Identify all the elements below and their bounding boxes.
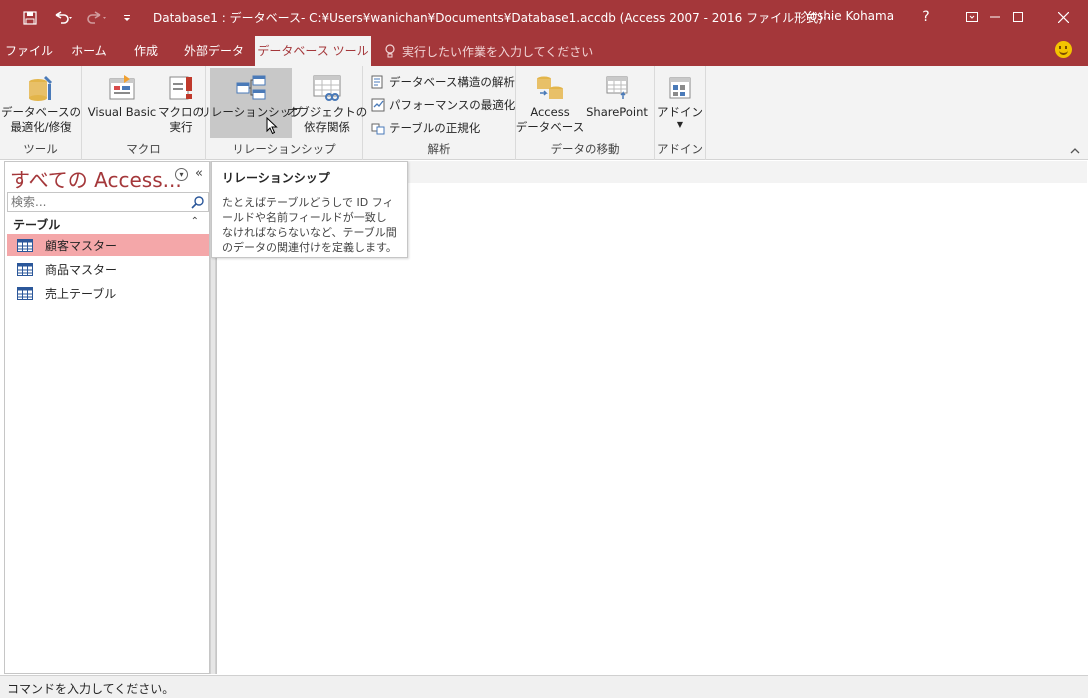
nav-pane-title[interactable]: すべての Access... [10, 164, 182, 193]
tooltip-body: たとえばテーブルどうしで ID フィールドや名前フィールドが一致しなければならな… [222, 196, 397, 254]
ribbon-tab-bar: ファイル ホーム 作成 外部データ データベース ツール 実行したい作業を入力し… [0, 36, 1088, 66]
object-dependencies-icon [310, 71, 344, 105]
group-move-data: Access データベース SharePoint データの移動 [516, 66, 655, 160]
tab-home[interactable]: ホーム [62, 36, 116, 66]
customize-qat-icon[interactable] [120, 7, 134, 29]
nav-section-tables[interactable]: テーブル ⌃ [5, 214, 209, 234]
group-label-relationships: リレーションシップ [232, 142, 336, 156]
access-database-label: Access データベース [515, 105, 585, 134]
user-name[interactable]: Yoshie Kohama [804, 9, 894, 23]
close-button[interactable] [1040, 0, 1086, 34]
window-title: Database1 : データベース- C:¥Users¥wanichan¥Do… [153, 11, 835, 25]
group-analyze: データベース構造の解析 パフォーマンスの最適化 テーブルの正規化 解析 [363, 66, 516, 160]
redo-icon [84, 7, 112, 29]
collapse-ribbon-icon[interactable] [1070, 146, 1080, 157]
addins-dropdown-icon: ▼ [676, 120, 684, 129]
save-icon[interactable] [20, 7, 40, 29]
database-documenter-button[interactable]: データベース構造の解析 [371, 71, 515, 92]
table-icon [17, 238, 33, 252]
nav-item-label: 売上テーブル [45, 286, 117, 301]
group-macro: Visual Basic マクロの 実行 マクロ [82, 66, 206, 160]
lightbulb-icon [385, 44, 395, 58]
nav-item-label: 顧客マスター [45, 238, 118, 253]
object-dependencies-label: オブジェクトの 依存関係 [286, 105, 368, 134]
sharepoint-icon [600, 71, 634, 105]
performance-icon [371, 98, 385, 111]
status-bar: コマンドを入力してください。 [0, 675, 1088, 698]
visual-basic-icon [105, 71, 139, 105]
access-database-icon [533, 71, 567, 105]
sharepoint-button[interactable]: SharePoint [582, 68, 652, 138]
database-documenter-label: データベース構造の解析 [389, 74, 515, 89]
group-label-move-data: データの移動 [550, 142, 620, 156]
addins-label: アドイン [657, 105, 703, 119]
nav-item-label: 商品マスター [45, 262, 118, 277]
tooltip-title: リレーションシップ [222, 171, 330, 185]
nav-item-product-master[interactable]: 商品マスター [7, 258, 209, 280]
analyze-table-button[interactable]: テーブルの正規化 [371, 117, 480, 138]
tab-create[interactable]: 作成 [120, 36, 172, 66]
undo-icon[interactable] [50, 7, 78, 29]
relationships-icon [234, 71, 268, 105]
tell-me-placeholder: 実行したい作業を入力してください [402, 44, 594, 59]
relationships-tooltip: リレーションシップ たとえばテーブルどうしで ID フィールドや名前フィールドが… [211, 161, 408, 258]
search-icon[interactable] [191, 195, 205, 209]
group-label-tools: ツール [23, 142, 58, 156]
group-addins: アドイン ▼ アドイン [655, 66, 706, 160]
addins-icon [663, 71, 697, 105]
nav-search-box [7, 192, 209, 212]
relationships-button[interactable]: リレーションシップ [199, 68, 303, 138]
documenter-icon [371, 75, 383, 88]
analyze-performance-label: パフォーマンスの最適化 [389, 97, 516, 112]
section-collapse-icon: ⌃ [190, 216, 199, 227]
access-database-button[interactable]: Access データベース [515, 68, 585, 138]
table-icon [17, 286, 33, 300]
tab-database-tools[interactable]: データベース ツール [255, 36, 371, 66]
maximize-button[interactable] [995, 0, 1041, 34]
mouse-cursor-icon [266, 117, 278, 135]
visual-basic-button[interactable]: Visual Basic [86, 68, 158, 138]
table-icon [17, 262, 33, 276]
nav-item-customer-master[interactable]: 顧客マスター [7, 234, 209, 256]
title-bar: Database1 : データベース- C:¥Users¥wanichan¥Do… [0, 0, 1088, 36]
tell-me-box[interactable]: 実行したい作業を入力してください [384, 36, 593, 66]
nav-collapse-icon[interactable]: « [195, 166, 203, 181]
tab-file[interactable]: ファイル [0, 36, 58, 66]
nav-dropdown-icon[interactable]: ▾ [175, 168, 188, 181]
visual-basic-label: Visual Basic [87, 105, 157, 119]
navigation-pane: すべての Access... ▾ « テーブル ⌃ 顧客マスター 商品マスター … [4, 161, 210, 674]
compact-repair-button[interactable]: データベースの 最適化/修復 [1, 68, 81, 138]
group-relationships: リレーションシップ オブジェクトの 依存関係 リレーションシップ [199, 66, 367, 160]
analyze-table-icon [371, 123, 385, 134]
analyze-performance-button[interactable]: パフォーマンスの最適化 [371, 94, 515, 115]
addins-button[interactable]: アドイン ▼ [657, 68, 703, 138]
nav-section-label: テーブル [13, 218, 61, 232]
run-macro-button[interactable]: マクロの 実行 [158, 68, 204, 138]
analyze-table-label: テーブルの正規化 [389, 120, 481, 135]
tab-external-data[interactable]: 外部データ [174, 36, 254, 66]
object-dependencies-button[interactable]: オブジェクトの 依存関係 [287, 68, 367, 138]
group-tools: データベースの 最適化/修復 ツール [0, 66, 82, 160]
sharepoint-label: SharePoint [586, 105, 648, 119]
ribbon: データベースの 最適化/修復 ツール Visual Basic マクロの 実行 … [0, 66, 1088, 160]
help-button[interactable]: ? [903, 0, 949, 34]
group-label-macro: マクロ [126, 142, 161, 156]
status-text: コマンドを入力してください。 [7, 682, 175, 696]
run-macro-label: マクロの 実行 [158, 105, 204, 134]
group-label-analyze: 解析 [427, 142, 451, 156]
nav-search-input[interactable] [8, 193, 188, 211]
compact-repair-icon [24, 71, 58, 105]
compact-repair-label: データベースの 最適化/修復 [1, 105, 81, 134]
nav-item-sales-table[interactable]: 売上テーブル [7, 282, 209, 304]
run-macro-icon [164, 71, 198, 105]
feedback-smiley-icon[interactable] [1055, 41, 1072, 58]
group-label-addins: アドイン [657, 142, 703, 156]
